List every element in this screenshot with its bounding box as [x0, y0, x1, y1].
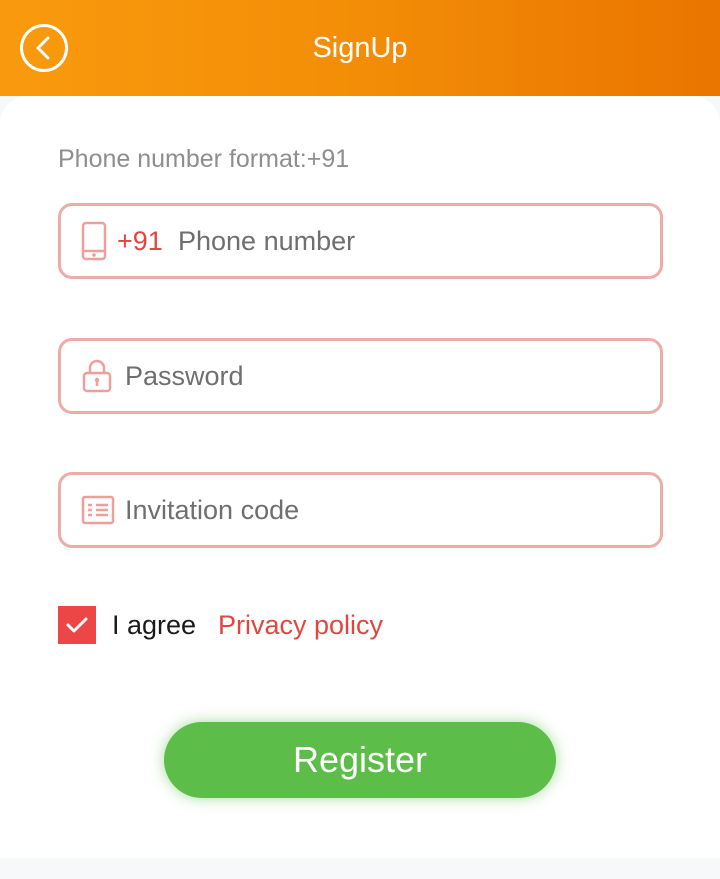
invitation-code-field[interactable]	[58, 472, 663, 548]
page-title: SignUp	[312, 32, 408, 64]
header-bar: SignUp	[0, 0, 720, 96]
agree-checkbox[interactable]	[58, 606, 96, 644]
lock-icon	[82, 359, 112, 393]
signup-page: SignUp Phone number format:+91 +91 Phone…	[0, 0, 720, 879]
phone-field[interactable]: +91	[58, 203, 663, 279]
country-code-prefix: +91	[117, 226, 163, 256]
password-field[interactable]	[58, 338, 663, 414]
phone-format-hint: Phone number format:+91	[58, 145, 350, 173]
id-card-icon	[81, 495, 115, 525]
invitation-code-input[interactable]	[125, 475, 645, 545]
bottom-strip	[0, 858, 720, 879]
mobile-phone-icon	[81, 221, 107, 261]
checkmark-icon	[66, 617, 88, 633]
chevron-left-icon	[36, 36, 50, 60]
register-button[interactable]: Register	[164, 722, 556, 798]
password-input[interactable]	[125, 341, 645, 411]
phone-input[interactable]	[178, 206, 648, 276]
privacy-policy-link[interactable]: Privacy policy	[218, 605, 383, 645]
agree-label: I agree	[112, 610, 197, 640]
back-button[interactable]	[20, 24, 68, 72]
